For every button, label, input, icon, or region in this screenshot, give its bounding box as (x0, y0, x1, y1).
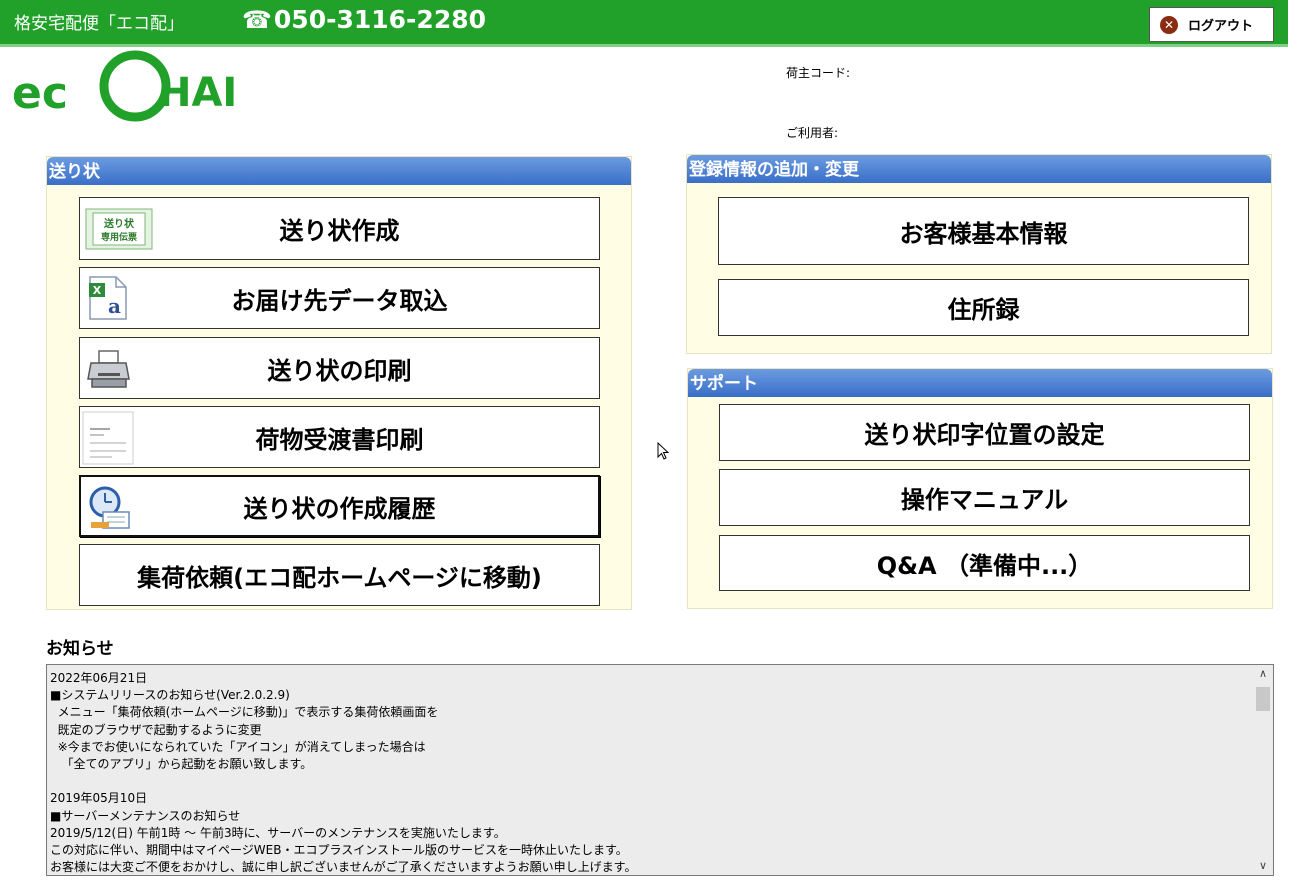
news-line: 既定のブラウザで起動するように変更 (50, 722, 262, 737)
customer-basic-info-button[interactable]: お客様基本情報 (718, 197, 1249, 265)
support-panel-header: サポート (688, 369, 1272, 397)
print-package-receipt-label: 荷物受渡書印刷 (255, 425, 424, 454)
news-line: この対応に伴い、期間中はマイページWEB・エコプラスインストール版のサービスを一… (50, 843, 628, 858)
svg-text:a: a (108, 294, 121, 318)
news-line: 「全てのアプリ」から起動をお願い致します。 (50, 757, 313, 772)
registration-panel-header: 登録情報の追加・変更 (687, 155, 1271, 183)
operation-manual-button[interactable]: 操作マニュアル (719, 469, 1250, 526)
invoice-history-label: 送り状の作成履歴 (243, 494, 436, 523)
customer-basic-info-label: お客様基本情報 (899, 219, 1068, 248)
phone-number: ☎050-3116-2280 (242, 5, 486, 34)
printer-icon (87, 350, 130, 388)
news-line: ※今までお使いになられていた「アイコン」が消えてしまった場合は (50, 739, 426, 754)
user-label: ご利用者: (786, 126, 839, 140)
invoice-panel: 送り状 送り状 専用伝票 送り状作成 X a お届け先データ取込 送り状の印刷 (46, 156, 632, 610)
print-package-receipt-button[interactable]: 荷物受渡書印刷 (79, 406, 600, 468)
print-invoice-button[interactable]: 送り状の印刷 (79, 337, 600, 399)
news-line: メニュー「集荷依頼(ホームページに移動)」で表示する集荷依頼画面を (50, 705, 439, 720)
registration-panel: 登録情報の追加・変更 お客様基本情報 住所録 (686, 154, 1272, 354)
invoice-slip-icon: 送り状 専用伝票 (85, 208, 153, 250)
news-line: 2019/5/12(日) 午前1時 ～ 午前3時に、サーバーのメンテナンスを実施… (50, 825, 506, 840)
top-bar: 格安宅配便「エコ配」 ☎050-3116-2280 ✕ ログアウト (0, 0, 1288, 44)
right-edge (1288, 0, 1308, 887)
news-line (50, 773, 1245, 790)
support-panel: サポート 送り状印字位置の設定 操作マニュアル Q&A （準備中...） (687, 368, 1273, 609)
close-circle-icon: ✕ (1160, 15, 1178, 34)
invoice-icon-text-1: 送り状 (103, 217, 135, 230)
news-textarea[interactable]: 2022年06月21日 ■システムリリースのお知らせ(Ver.2.0.2.9) … (46, 664, 1274, 876)
news-line: 2019年05月10日 (50, 791, 148, 806)
phone-number-text: 050-3116-2280 (273, 5, 487, 34)
invoice-history-button[interactable]: 送り状の作成履歴 (79, 475, 600, 537)
pickup-request-label: 集荷依頼(エコ配ホームページに移動) (137, 563, 542, 592)
faq-label: Q&A （準備中...） (876, 551, 1093, 580)
faq-button[interactable]: Q&A （準備中...） (719, 535, 1250, 591)
news-line: ■サーバーメンテナンスのお知らせ (50, 808, 241, 823)
news-content: 2022年06月21日 ■システムリリースのお知らせ(Ver.2.0.2.9) … (50, 670, 1245, 875)
news-title: お知らせ (46, 639, 114, 659)
print-position-settings-button[interactable]: 送り状印字位置の設定 (719, 404, 1250, 461)
import-destination-data-label: お届け先データ取込 (231, 286, 448, 315)
svg-text:X: X (93, 284, 102, 297)
brand-title: 格安宅配便「エコ配」 (14, 14, 184, 34)
news-scrollbar[interactable]: ∧ ∨ (1253, 665, 1273, 875)
phone-icon: ☎ (242, 6, 272, 34)
create-invoice-button[interactable]: 送り状 専用伝票 送り状作成 (79, 197, 600, 260)
invoice-panel-header: 送り状 (47, 157, 631, 185)
history-clock-icon (89, 486, 130, 529)
operation-manual-label: 操作マニュアル (900, 486, 1069, 514)
create-invoice-label: 送り状作成 (279, 217, 400, 245)
ecohai-logo: ec HAI (12, 50, 237, 122)
logo-hai: HAI (158, 70, 237, 116)
news-line: お客様には大変ご不便をおかけし、誠に申し訳ございませんがご了承くださいますようお… (50, 860, 637, 875)
logo-ring (99, 50, 171, 122)
news-line: 2022年06月21日 (50, 671, 148, 685)
print-position-settings-label: 送り状印字位置の設定 (864, 421, 1105, 449)
excel-file-icon: X a (89, 276, 127, 320)
scroll-up-icon[interactable]: ∧ (1253, 665, 1273, 683)
pickup-request-button[interactable]: 集荷依頼(エコ配ホームページに移動) (79, 544, 600, 606)
scroll-down-icon[interactable]: ∨ (1253, 857, 1273, 875)
scroll-thumb[interactable] (1256, 687, 1270, 711)
shipper-code-label: 荷主コード: (786, 66, 851, 80)
mouse-cursor-icon (657, 442, 670, 460)
receipt-document-icon (82, 411, 134, 465)
address-book-label: 住所録 (947, 296, 1020, 324)
logout-label: ログアウト (1188, 19, 1254, 34)
address-book-button[interactable]: 住所録 (718, 279, 1249, 336)
print-invoice-label: 送り状の印刷 (267, 356, 412, 385)
logout-button[interactable]: ✕ ログアウト (1149, 7, 1274, 42)
invoice-icon-text-2: 専用伝票 (101, 231, 137, 243)
logo-ec: ec (12, 68, 68, 119)
import-destination-data-button[interactable]: X a お届け先データ取込 (79, 267, 600, 329)
news-line: ■システムリリースのお知らせ(Ver.2.0.2.9) (50, 688, 290, 703)
